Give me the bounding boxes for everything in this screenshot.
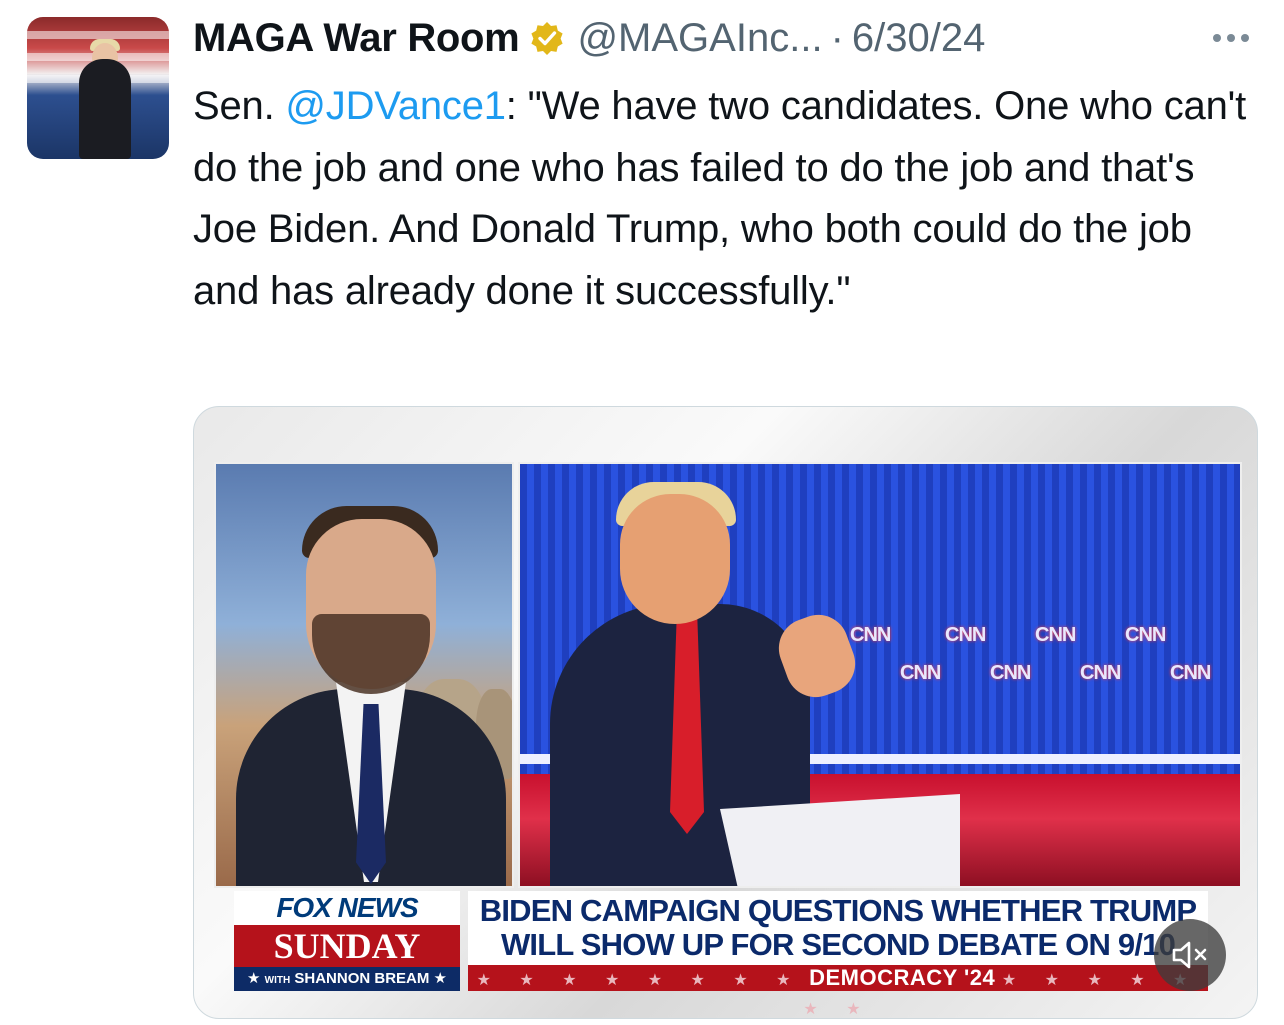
fox-news-sunday-logo: FOX NEWS SUNDAY ★ WITH SHANNON BREAM ★ bbox=[234, 891, 460, 991]
sunday-wordmark: SUNDAY bbox=[234, 925, 460, 967]
chyron-subtitle: DEMOCRACY '24 bbox=[809, 965, 996, 990]
video-left-panel bbox=[214, 462, 514, 888]
backdrop-logo: CNN bbox=[1125, 624, 1166, 646]
host-name: SHANNON BREAM bbox=[294, 970, 430, 987]
star-mark: ★ bbox=[433, 970, 447, 987]
fox-news-wordmark: FOX NEWS bbox=[234, 891, 460, 925]
chyron-subbar: ★ ★ ★ ★ ★ ★ ★ ★ DEMOCRACY '24 ★ ★ ★ ★ ★ … bbox=[468, 965, 1208, 1018]
tweet-header: MAGA War Room @MAGAInc... · 6/30/24 bbox=[193, 12, 985, 64]
stars-left: ★ ★ ★ ★ ★ ★ ★ ★ bbox=[476, 972, 803, 989]
with-label: WITH bbox=[264, 975, 291, 986]
chyron-line-2: WILL SHOW UP FOR SECOND DEBATE ON 9/10 bbox=[500, 927, 1176, 962]
tweet-text-prefix: Sen. bbox=[193, 84, 286, 128]
tweet-text: Sen. @JDVance1: "We have two candidates.… bbox=[193, 76, 1268, 322]
video-right-panel: CNN CNN CNN CNN CNN CNN CNN CNN bbox=[518, 462, 1242, 888]
backdrop-logo: CNN bbox=[1170, 662, 1211, 684]
tweet-video[interactable]: CNN CNN CNN CNN CNN CNN CNN CNN FOX NEWS… bbox=[193, 406, 1258, 1019]
more-dots-icon[interactable] bbox=[1208, 28, 1254, 48]
verified-badge-icon[interactable] bbox=[529, 20, 565, 56]
author-avatar[interactable] bbox=[27, 17, 169, 159]
mention-link[interactable]: @JDVance1 bbox=[285, 84, 506, 128]
speaker-muted-icon[interactable] bbox=[1154, 919, 1226, 991]
tweet-date[interactable]: 6/30/24 bbox=[852, 16, 985, 61]
chyron-line-1: BIDEN CAMPAIGN QUESTIONS WHETHER TRUMP bbox=[479, 893, 1197, 928]
backdrop-logo: CNN bbox=[1035, 624, 1076, 646]
backdrop-logo: CNN bbox=[1080, 662, 1121, 684]
backdrop-logo: CNN bbox=[900, 662, 941, 684]
backdrop-logo: CNN bbox=[945, 624, 986, 646]
author-name[interactable]: MAGA War Room bbox=[193, 16, 520, 61]
star-mark: ★ bbox=[247, 970, 261, 987]
backdrop-logo: CNN bbox=[990, 662, 1031, 684]
backdrop-logo: CNN bbox=[850, 624, 891, 646]
author-handle[interactable]: @MAGAInc... bbox=[577, 16, 822, 61]
news-chyron: BIDEN CAMPAIGN QUESTIONS WHETHER TRUMP W… bbox=[468, 891, 1208, 965]
separator-dot: · bbox=[830, 15, 844, 60]
host-banner: ★ WITH SHANNON BREAM ★ bbox=[234, 967, 460, 991]
